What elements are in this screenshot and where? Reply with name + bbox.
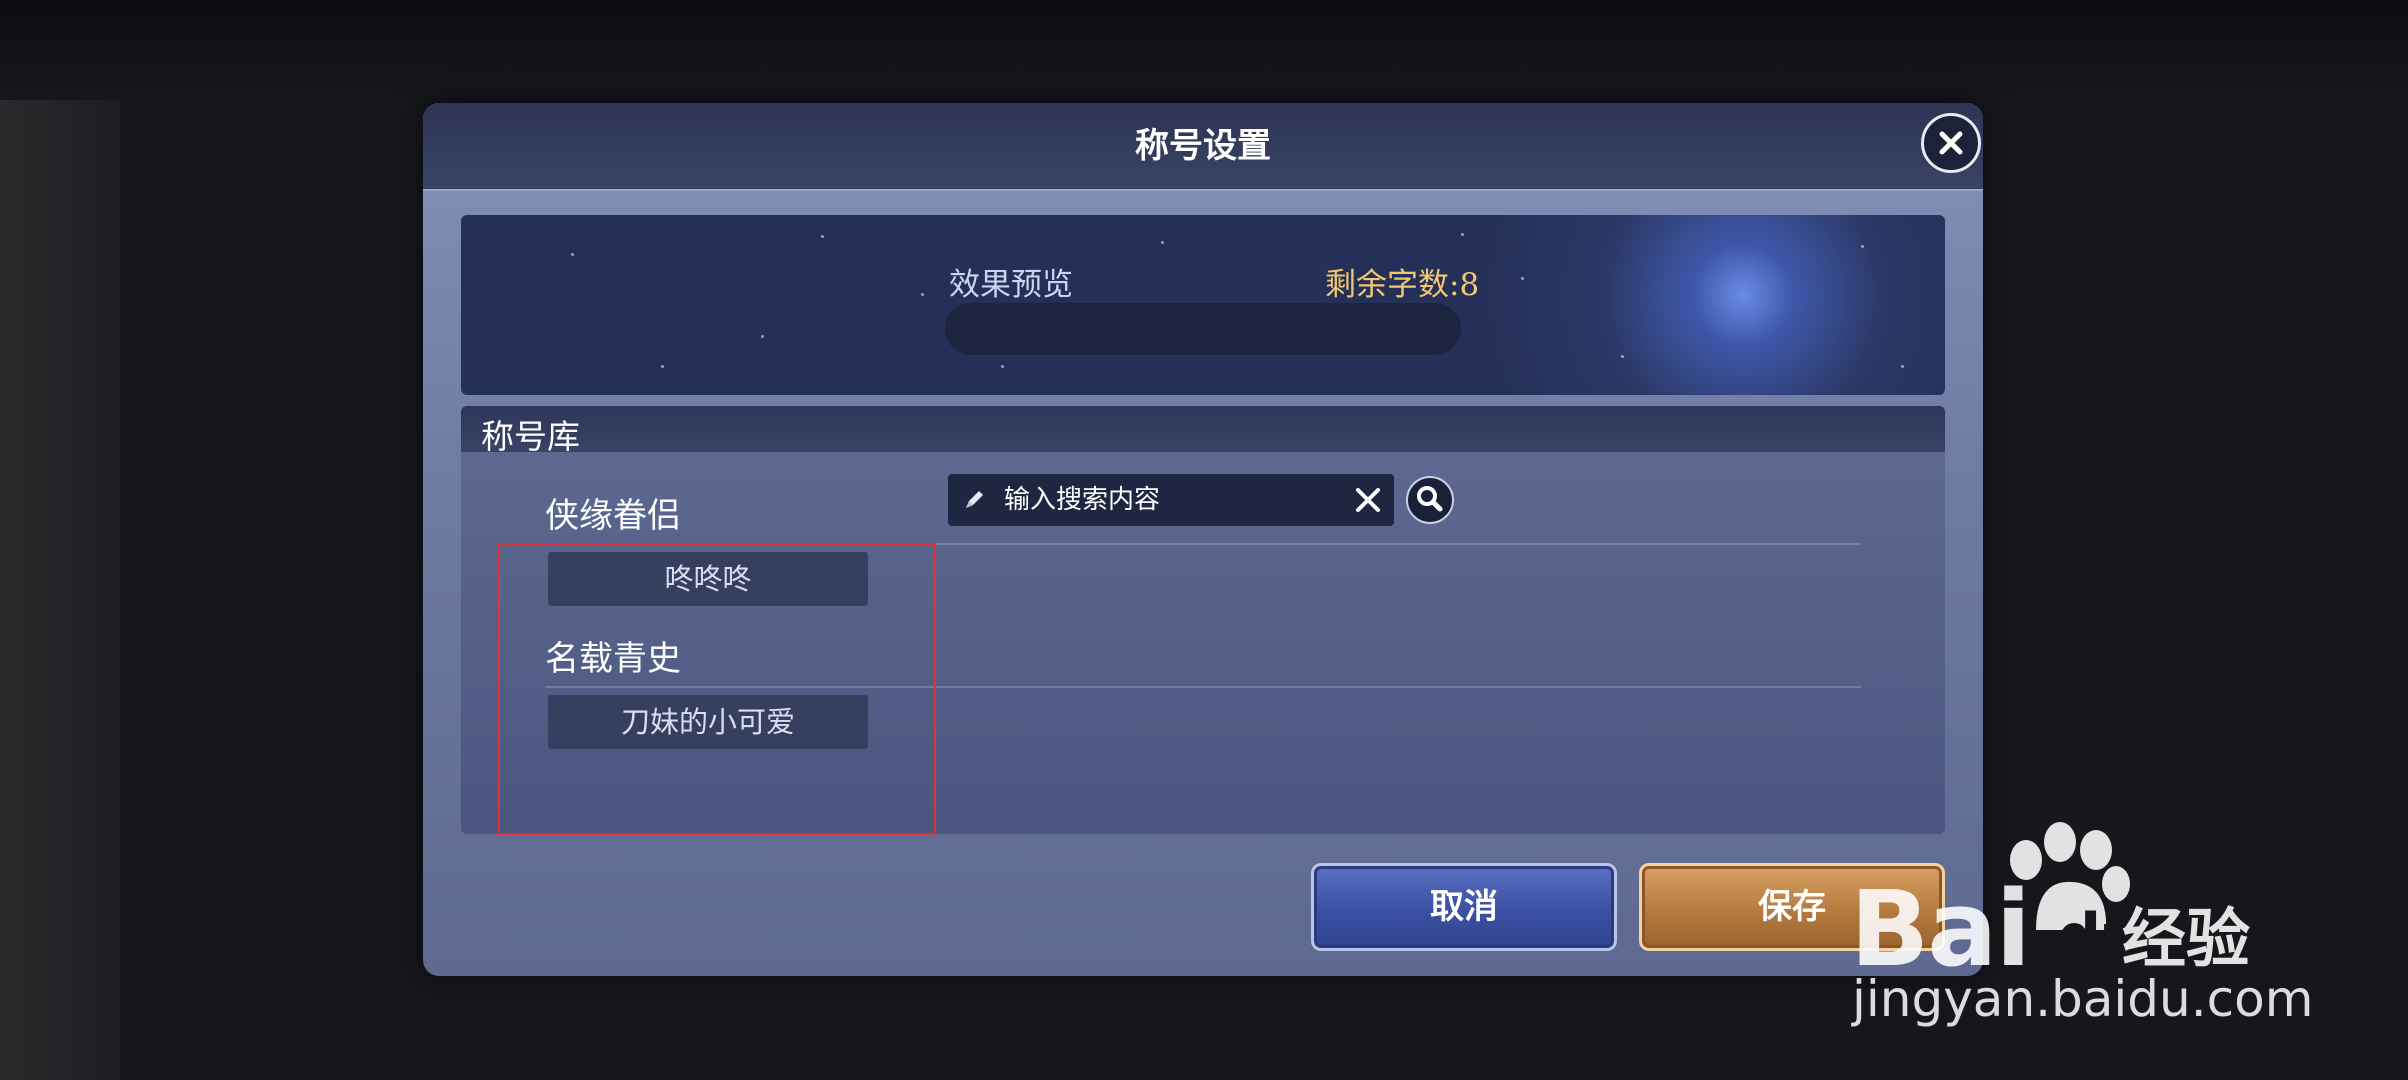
clear-icon[interactable] — [1354, 486, 1382, 514]
cancel-button[interactable]: 取消 — [1311, 863, 1617, 951]
title-settings-dialog: 称号设置 效果预览 剩余字数:8 称号库 输入搜索内容 侠缘眷侣 咚咚咚 名载青… — [423, 103, 1983, 976]
watermark-cn: 经验 — [2122, 903, 2250, 977]
search-icon — [1417, 486, 1443, 512]
category-title: 侠缘眷侣 — [545, 496, 681, 536]
library-title: 称号库 — [481, 417, 580, 456]
search-box — [948, 474, 1394, 526]
background-top — [0, 0, 2408, 100]
background-left — [0, 0, 120, 1080]
preview-panel: 效果预览 剩余字数:8 — [461, 215, 1945, 395]
preview-display — [945, 303, 1461, 355]
search-button[interactable] — [1406, 476, 1454, 524]
dialog-title: 称号设置 — [1135, 126, 1271, 166]
close-icon — [1939, 131, 1963, 155]
dialog-title-bar: 称号设置 — [423, 103, 1983, 191]
search-input[interactable] — [1004, 474, 1334, 526]
annotation-highlight-box — [498, 543, 936, 835]
close-button[interactable] — [1921, 113, 1981, 173]
remaining-count: 剩余字数:8 — [1325, 267, 1480, 303]
pen-icon — [966, 491, 983, 508]
watermark-url: jingyan.baidu.com — [1852, 970, 2314, 1028]
preview-label: 效果预览 — [949, 267, 1073, 303]
library-header: 称号库 — [461, 406, 1945, 456]
